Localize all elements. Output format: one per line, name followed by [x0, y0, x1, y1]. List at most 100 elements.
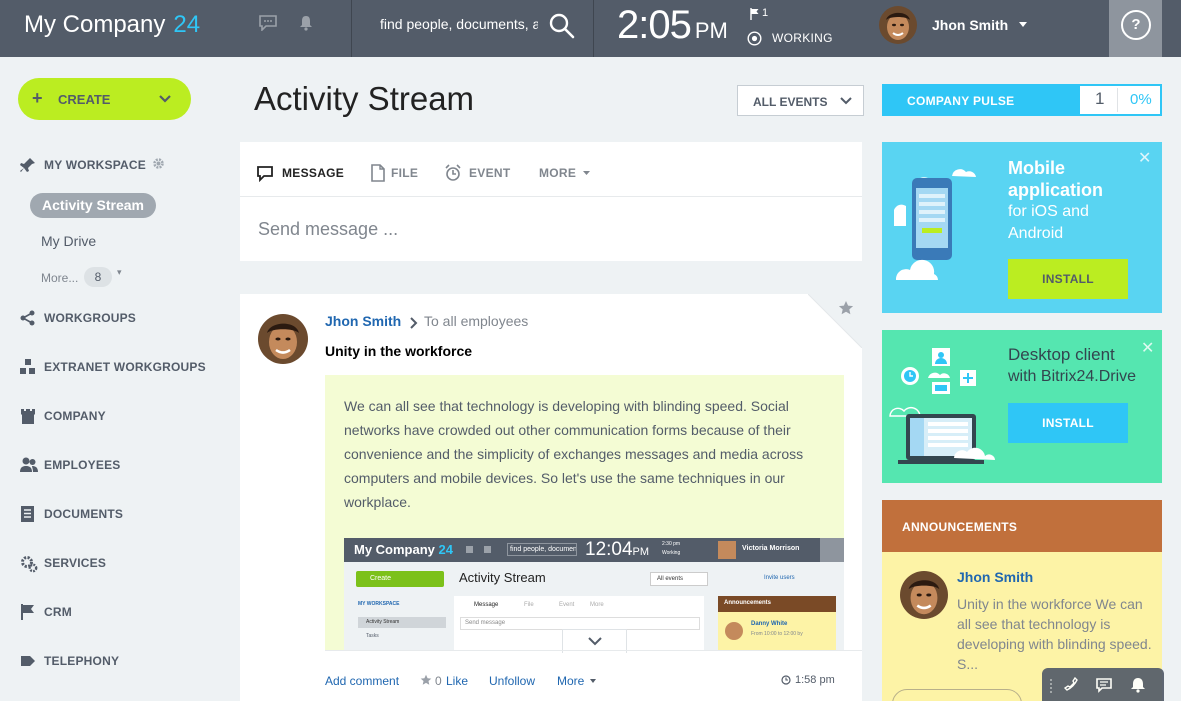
- drag-handle[interactable]: [1050, 679, 1052, 693]
- bell-icon[interactable]: [1130, 677, 1146, 693]
- phone-icon[interactable]: [1064, 677, 1080, 693]
- sidebar-item-my-drive[interactable]: My Drive: [41, 233, 96, 249]
- search-input[interactable]: find people, documents, a: [380, 16, 538, 32]
- announcement-author-avatar[interactable]: [900, 571, 948, 619]
- like-count: 0: [435, 674, 442, 688]
- mobile-app-card: Mobile application for iOS and Android I…: [882, 142, 1162, 313]
- chevron-down-icon: [840, 96, 852, 106]
- unfollow-link[interactable]: Unfollow: [489, 674, 535, 688]
- logo-number: 24: [173, 11, 201, 38]
- screenshot-user: Victoria Morrison: [742, 545, 800, 552]
- screenshot-time: 12:04: [585, 539, 633, 560]
- sidebar-item-documents[interactable]: DOCUMENTS: [20, 503, 220, 525]
- share-icon: [20, 310, 36, 326]
- work-status[interactable]: WORKING: [772, 31, 833, 45]
- chevron-down-icon: [158, 91, 172, 105]
- announcement-action-button[interactable]: [892, 689, 1022, 701]
- sidebar-item-workgroups[interactable]: WORKGROUPS: [20, 307, 220, 329]
- sidebar-item-label: EMPLOYEES: [44, 458, 121, 472]
- extranet-icon: [20, 359, 36, 375]
- desktop-client-card: Desktop client with Bitrix24.Drive INSTA…: [882, 330, 1162, 483]
- pin-icon: [20, 157, 36, 173]
- post-author-link[interactable]: Jhon Smith: [325, 313, 401, 329]
- clock[interactable]: 2:05 PM: [617, 3, 728, 48]
- mobile-card-title1: Mobile: [1008, 158, 1065, 178]
- post-audience[interactable]: To all employees: [424, 313, 528, 329]
- chat-icon[interactable]: [259, 15, 277, 31]
- add-comment-link[interactable]: Add comment: [325, 674, 399, 688]
- desktop-card-title: Desktop client: [1008, 345, 1115, 364]
- sidebar-more-link[interactable]: More...: [41, 271, 78, 285]
- tab-message[interactable]: MESSAGE: [256, 166, 346, 186]
- announcements-header: ANNOUNCEMENTS: [882, 500, 1162, 552]
- screenshot-search: find people, documents,: [507, 543, 577, 556]
- close-icon[interactable]: ✕: [1141, 338, 1154, 358]
- screenshot-logo-number: 24: [438, 542, 453, 557]
- screenshot-title: Activity Stream: [459, 570, 546, 585]
- post-author-avatar[interactable]: [258, 314, 308, 364]
- screenshot-tab-file: File: [524, 602, 534, 608]
- search-icon[interactable]: [548, 12, 576, 40]
- clock-ampm: PM: [694, 18, 728, 43]
- sidebar-item-label: DOCUMENTS: [44, 507, 124, 521]
- tab-file[interactable]: FILE: [370, 164, 430, 186]
- gear-icon[interactable]: [152, 157, 165, 170]
- tab-label: MESSAGE: [282, 166, 345, 180]
- flag-icon[interactable]: [750, 8, 760, 20]
- mobile-card-sub1: for iOS and: [1008, 203, 1089, 220]
- sidebar-item-extranet-workgroups[interactable]: EXTRANET WORKGROUPS: [20, 356, 220, 378]
- pulse-label: COMPANY PULSE: [907, 94, 1015, 108]
- more-label: More: [557, 674, 585, 688]
- page-title: Activity Stream: [254, 80, 475, 117]
- caret-down-icon[interactable]: ▾: [117, 267, 122, 278]
- tab-label: FILE: [391, 166, 419, 180]
- chat-icon[interactable]: [1096, 678, 1112, 693]
- header-divider: [351, 0, 352, 57]
- announcements-title: ANNOUNCEMENTS: [902, 520, 1018, 534]
- mobile-card-sub2: Android: [1008, 225, 1064, 242]
- caret-down-icon: [590, 679, 596, 683]
- sidebar-item-services[interactable]: SERVICES: [20, 552, 220, 574]
- message-input[interactable]: Send message ...: [258, 219, 398, 240]
- chat-icon: [466, 546, 473, 553]
- plus-icon: +: [32, 88, 43, 108]
- close-icon[interactable]: ✕: [1138, 148, 1151, 168]
- screenshot-tab-more: More: [590, 602, 604, 608]
- alarm-icon: [444, 164, 462, 182]
- post-body: We can all see that technology is develo…: [325, 375, 844, 650]
- gears-icon: [20, 555, 38, 573]
- announcement-text[interactable]: Unity in the workforce We can all see th…: [957, 594, 1152, 674]
- sidebar-item-activity-stream[interactable]: Activity Stream: [30, 193, 156, 218]
- star-icon[interactable]: [838, 300, 854, 316]
- header-divider: [593, 0, 594, 57]
- events-filter-dropdown[interactable]: ALL EVENTS: [737, 85, 864, 116]
- bell-icon[interactable]: [299, 15, 313, 31]
- sidebar-item-company[interactable]: COMPANY: [20, 405, 220, 427]
- desktop-card-sub: with Bitrix24.Drive: [1008, 368, 1137, 385]
- user-name[interactable]: Jhon Smith: [932, 17, 1008, 33]
- sidebar-item-my-workspace[interactable]: MY WORKSPACE: [20, 154, 180, 176]
- tab-label: MORE: [539, 166, 577, 180]
- screenshot-item2: Tasks: [366, 633, 379, 639]
- install-mobile-button[interactable]: INSTALL: [1008, 259, 1128, 299]
- sidebar-item-employees[interactable]: EMPLOYEES: [20, 454, 220, 476]
- status-dot-icon: [747, 31, 762, 46]
- install-desktop-button[interactable]: INSTALL: [1008, 403, 1128, 443]
- chevron-right-icon: [409, 317, 418, 329]
- sidebar-item-crm[interactable]: CRM: [20, 601, 220, 623]
- clock-icon: [781, 675, 791, 685]
- caret-down-icon[interactable]: [1019, 22, 1027, 27]
- create-button[interactable]: + CREATE: [18, 78, 191, 120]
- post-more-menu[interactable]: More: [557, 674, 602, 688]
- company-logo[interactable]: My Company 24: [24, 11, 200, 39]
- tab-more[interactable]: MORE: [539, 166, 599, 186]
- screenshot-clock: 12:04PM: [585, 539, 649, 561]
- sidebar-item-label: WORKGROUPS: [44, 311, 136, 325]
- help-button[interactable]: ?: [1121, 10, 1151, 40]
- user-avatar[interactable]: [879, 6, 917, 44]
- screenshot-ampm: PM: [632, 546, 650, 558]
- screenshot-ann-name: Danny White: [751, 621, 788, 627]
- tab-event[interactable]: EVENT: [444, 164, 514, 186]
- sidebar-item-telephony[interactable]: TELEPHONY: [20, 650, 220, 672]
- announcement-author[interactable]: Jhon Smith: [957, 569, 1033, 585]
